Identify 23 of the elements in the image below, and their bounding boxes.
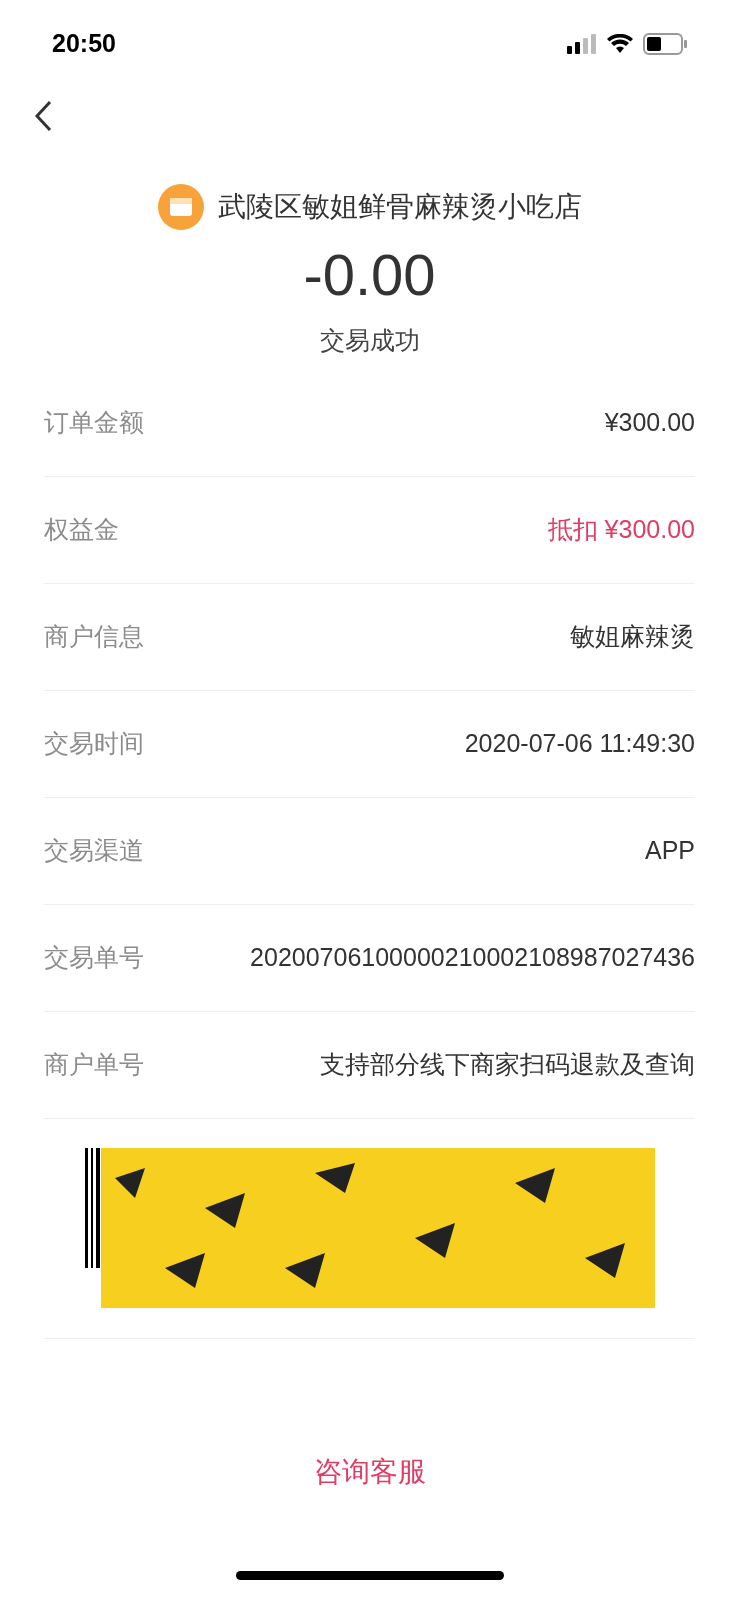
- row-label: 权益金: [44, 513, 119, 545]
- row-value: 2020-07-06 11:49:30: [464, 727, 695, 759]
- row-label: 交易单号: [44, 941, 144, 973]
- merchant-name: 武陵区敏姐鲜骨麻辣烫小吃店: [217, 190, 582, 224]
- row-value: 支持部分线下商家扫码退款及查询: [320, 1048, 695, 1080]
- row-value: 敏姐麻辣烫: [570, 620, 695, 652]
- status-time: 20:50: [52, 28, 116, 60]
- row-value: ¥300.00: [604, 406, 695, 438]
- row-value: APP: [644, 834, 695, 866]
- row-label: 交易时间: [44, 727, 144, 759]
- store-icon: [157, 184, 204, 230]
- row-value: 抵扣 ¥300.00: [547, 513, 695, 545]
- wifi-icon: [607, 34, 633, 54]
- row-label: 交易渠道: [44, 834, 144, 866]
- row-label: 订单金额: [44, 406, 144, 438]
- row-label: 商户信息: [44, 620, 144, 652]
- signal-icon: [567, 34, 597, 54]
- row-value: 20200706100000210002108987027436: [250, 941, 695, 973]
- transaction-status: 交易成功: [318, 325, 421, 356]
- battery-icon: [643, 33, 687, 55]
- row-label: 商户单号: [44, 1048, 144, 1080]
- amount: -0.00: [302, 241, 437, 309]
- customer-service-button[interactable]: 咨询客服: [303, 1445, 436, 1499]
